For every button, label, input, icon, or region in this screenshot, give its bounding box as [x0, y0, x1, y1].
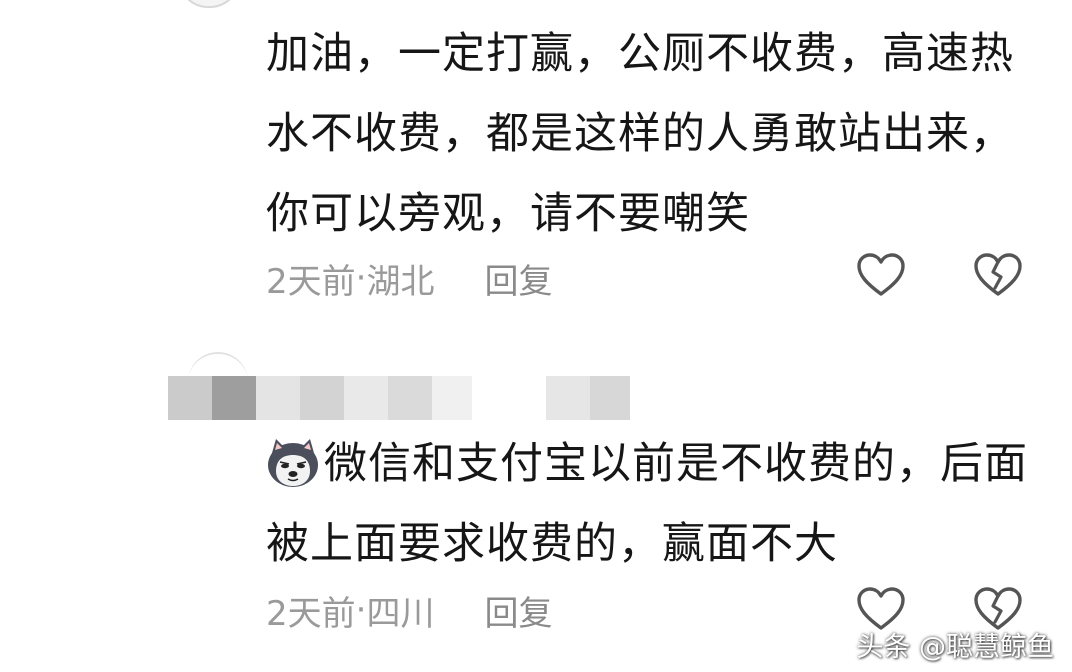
- mosaic-tile: [168, 376, 212, 420]
- comment-meta: 2天前 · 四川 回复: [266, 590, 552, 634]
- mosaic-tile: [388, 376, 432, 420]
- heart-outline-icon[interactable]: [856, 252, 906, 298]
- reply-button[interactable]: 回复: [484, 586, 552, 635]
- broken-heart-icon[interactable]: [973, 252, 1023, 298]
- mosaic-tile: [212, 376, 256, 420]
- meta-separator: ·: [355, 258, 367, 298]
- avatar[interactable]: [178, 0, 240, 8]
- comment-time: 2天前: [266, 261, 356, 302]
- comment-location: 湖北: [366, 261, 435, 302]
- mosaic-tile: [256, 376, 300, 420]
- meta-separator: ·: [355, 590, 367, 630]
- username-blurred: [168, 376, 638, 420]
- comment-text: 微信和支付宝以前是不收费的，后面被上面要求收费的，赢面不大: [266, 424, 1046, 584]
- comment-text-body: 微信和支付宝以前是不收费的，后面被上面要求收费的，赢面不大: [266, 439, 1028, 569]
- mosaic-tile: [300, 376, 344, 420]
- reply-button[interactable]: 回复: [484, 254, 552, 303]
- watermark: 头条 @聪慧鲸鱼: [856, 632, 1054, 663]
- mosaic-tile: [590, 376, 630, 420]
- mosaic-tile: [432, 376, 472, 420]
- comment-time: 2天前: [266, 593, 356, 634]
- comment-location: 四川: [366, 593, 435, 634]
- mosaic-tile: [546, 376, 590, 420]
- comment-text: 加油，一定打赢，公厕不收费，高速热水不收费，都是这样的人勇敢站出来，你可以旁观，…: [266, 29, 1014, 239]
- mosaic-tile: [344, 376, 388, 420]
- comment-meta: 2天前 · 湖北 回复: [266, 258, 552, 302]
